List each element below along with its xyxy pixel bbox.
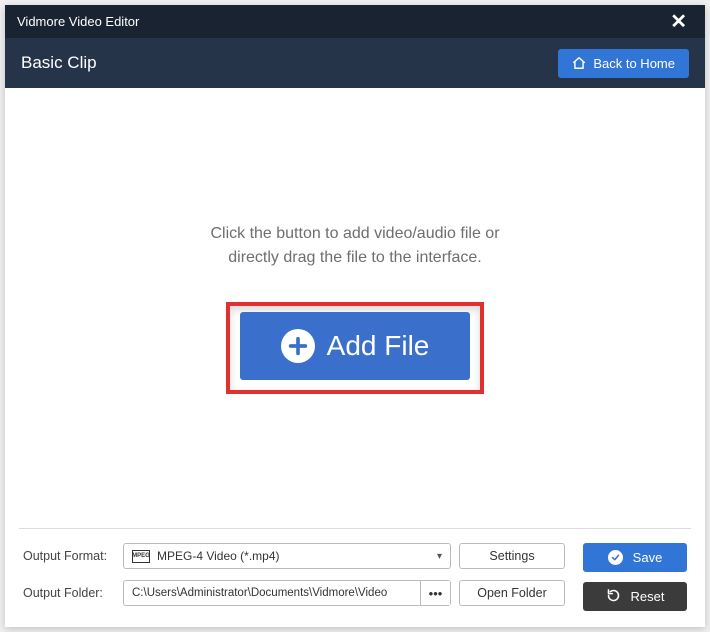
app-window: Vidmore Video Editor ✕ Basic Clip Back t… xyxy=(5,5,705,627)
check-icon xyxy=(608,550,623,565)
footer: Output Format: MPEG MPEG-4 Video (*.mp4)… xyxy=(5,529,705,627)
browse-button[interactable]: ••• xyxy=(420,581,450,605)
main-area[interactable]: Click the button to add video/audio file… xyxy=(5,88,705,528)
output-folder-input[interactable] xyxy=(124,587,420,599)
output-folder-field: ••• xyxy=(123,580,451,606)
chevron-down-icon: ▾ xyxy=(437,551,442,562)
add-file-highlight: Add File xyxy=(226,302,484,394)
back-to-home-button[interactable]: Back to Home xyxy=(558,49,689,78)
video-file-icon: MPEG xyxy=(132,550,150,563)
instruction-text: Click the button to add video/audio file… xyxy=(210,222,499,270)
output-format-label: Output Format: xyxy=(23,549,115,563)
header: Basic Clip Back to Home xyxy=(5,38,705,88)
add-file-label: Add File xyxy=(327,330,430,362)
plus-icon xyxy=(281,329,315,363)
page-title: Basic Clip xyxy=(21,53,558,73)
instruction-line2: directly drag the file to the interface. xyxy=(210,246,499,270)
add-file-button[interactable]: Add File xyxy=(240,312,470,380)
app-title: Vidmore Video Editor xyxy=(17,14,664,29)
reset-button[interactable]: Reset xyxy=(583,582,687,611)
output-folder-label: Output Folder: xyxy=(23,586,115,600)
instruction-line1: Click the button to add video/audio file… xyxy=(210,222,499,246)
titlebar: Vidmore Video Editor ✕ xyxy=(5,5,705,38)
save-label: Save xyxy=(633,550,663,565)
close-icon[interactable]: ✕ xyxy=(664,9,693,34)
output-format-value: MPEG-4 Video (*.mp4) xyxy=(157,549,437,563)
action-buttons: Save Reset xyxy=(583,543,687,611)
back-to-home-label: Back to Home xyxy=(593,56,675,71)
settings-button[interactable]: Settings xyxy=(459,543,565,569)
output-folder-row: Output Folder: ••• Open Folder xyxy=(23,580,565,606)
output-format-row: Output Format: MPEG MPEG-4 Video (*.mp4)… xyxy=(23,543,565,569)
output-format-select[interactable]: MPEG MPEG-4 Video (*.mp4) ▾ xyxy=(123,543,451,569)
reset-icon xyxy=(606,588,621,606)
ellipsis-icon: ••• xyxy=(429,586,443,601)
open-folder-button[interactable]: Open Folder xyxy=(459,580,565,606)
home-icon xyxy=(572,56,586,70)
save-button[interactable]: Save xyxy=(583,543,687,572)
reset-label: Reset xyxy=(631,589,665,604)
